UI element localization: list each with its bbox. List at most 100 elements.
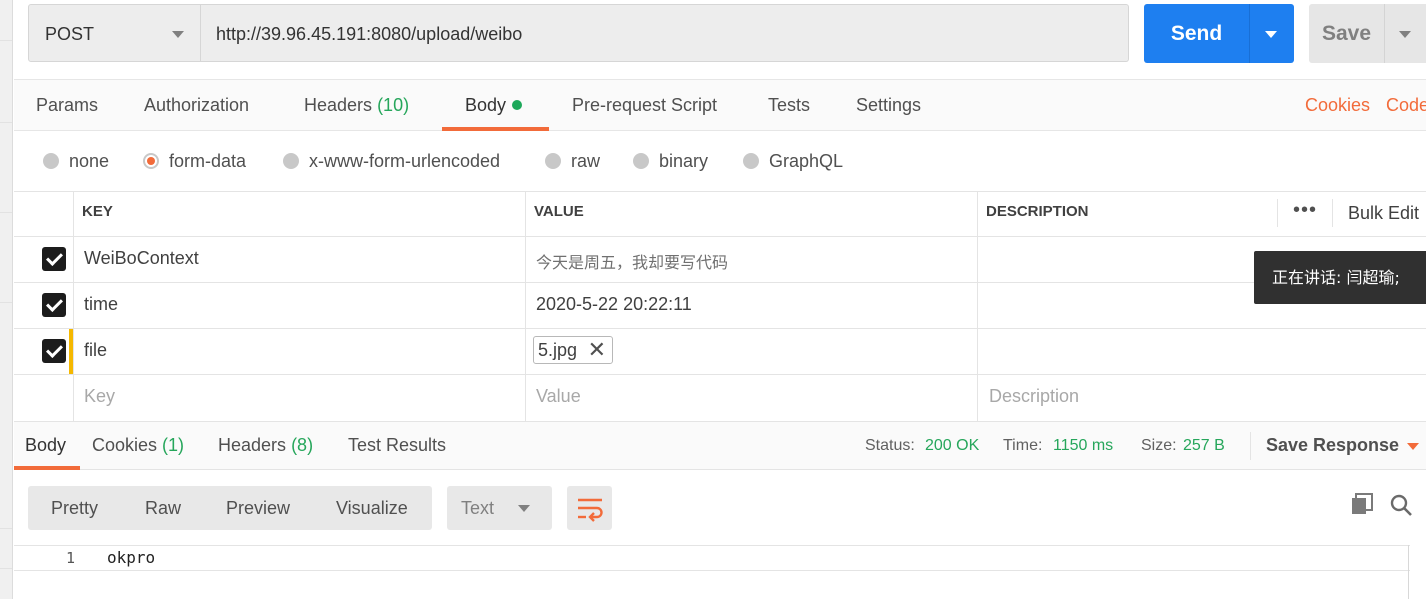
body-type-selector: none form-data x-www-form-urlencoded raw…	[14, 131, 1426, 191]
method-label: POST	[45, 24, 95, 44]
radio-urlencoded[interactable]: x-www-form-urlencoded	[283, 149, 500, 173]
format-select[interactable]: Text	[447, 486, 552, 530]
save-options-button[interactable]	[1384, 4, 1426, 63]
cookies-link[interactable]: Cookies	[1305, 80, 1370, 130]
checkbox-checked-icon[interactable]	[42, 293, 66, 317]
table-border	[14, 282, 1426, 283]
response-tab-cookies-count: (1)	[162, 435, 185, 455]
sidebar-divider	[0, 122, 12, 123]
send-options-button[interactable]	[1249, 4, 1294, 63]
tab-tests[interactable]: Tests	[768, 80, 810, 130]
checkbox-checked-icon[interactable]	[42, 247, 66, 271]
radio-none[interactable]: none	[43, 149, 109, 173]
radio-graphql[interactable]: GraphQL	[743, 149, 843, 173]
column-divider	[1332, 199, 1333, 227]
sidebar-divider	[0, 40, 12, 41]
table-border	[14, 374, 1426, 375]
size-label: Size:	[1141, 437, 1177, 454]
tab-authorization[interactable]: Authorization	[144, 80, 249, 130]
chevron-down-icon	[1399, 31, 1411, 38]
response-tabs: Body Cookies (1) Headers (8) Test Result…	[14, 421, 1426, 470]
request-tabs: Params Authorization Headers (10) Body P…	[14, 79, 1426, 131]
view-mode-toggle: Pretty Raw Preview Visualize	[28, 486, 432, 530]
chevron-down-icon[interactable]	[1407, 443, 1419, 450]
column-divider	[525, 191, 526, 421]
tab-headers-label: Headers	[304, 95, 373, 115]
radio-form-data[interactable]: form-data	[143, 149, 246, 173]
close-icon[interactable]: ✕	[588, 337, 606, 363]
sidebar-divider	[0, 212, 12, 213]
file-chip[interactable]: 5.jpg ✕	[533, 336, 613, 364]
new-value-input[interactable]: Value	[536, 386, 581, 407]
column-header-value: VALUE	[534, 203, 584, 220]
body-indicator-dot	[512, 100, 523, 110]
response-tab-test-results[interactable]: Test Results	[348, 422, 446, 469]
response-body-editor[interactable]: 1 okpro	[14, 545, 1410, 571]
table-border	[14, 328, 1426, 329]
view-preview-button[interactable]: Preview	[226, 486, 290, 530]
view-raw-button[interactable]: Raw	[145, 486, 181, 530]
time-value: 1150 ms	[1053, 437, 1114, 454]
view-pretty-button[interactable]: Pretty	[51, 486, 98, 530]
row-key[interactable]: time	[84, 294, 118, 315]
sidebar-divider	[0, 528, 12, 529]
tab-prerequest-script[interactable]: Pre-request Script	[572, 80, 717, 130]
response-tab-body[interactable]: Body	[25, 422, 66, 469]
row-value[interactable]: 2020-5-22 20:22:11	[536, 294, 692, 315]
column-header-key: KEY	[82, 203, 113, 220]
response-tab-cookies[interactable]: Cookies (1)	[92, 422, 184, 469]
radio-form-data-label: form-data	[169, 151, 247, 171]
tab-headers[interactable]: Headers (10)	[304, 80, 409, 130]
new-description-input[interactable]: Description	[989, 386, 1079, 407]
row-value[interactable]: 今天是周五，我却要写代码	[536, 249, 728, 273]
table-border	[14, 236, 1426, 237]
new-key-input[interactable]: Key	[84, 386, 115, 407]
radio-urlencoded-label: x-www-form-urlencoded	[309, 151, 501, 171]
radio-icon	[43, 153, 59, 169]
tab-headers-count: (10)	[377, 95, 410, 115]
form-data-table: KEY VALUE DESCRIPTION ••• Bulk Edit WeiB…	[14, 191, 1426, 421]
radio-graphql-label: GraphQL	[769, 151, 844, 171]
url-input[interactable]: http://39.96.45.191:8080/upload/weibo	[201, 4, 1129, 62]
more-icon[interactable]: •••	[1293, 199, 1317, 222]
column-divider	[73, 191, 74, 421]
checkbox-checked-icon[interactable]	[42, 339, 66, 363]
column-header-description: DESCRIPTION	[986, 203, 1089, 220]
radio-raw-label: raw	[571, 151, 601, 171]
row-key[interactable]: file	[84, 340, 107, 361]
response-tab-headers[interactable]: Headers (8)	[218, 422, 313, 469]
method-select[interactable]: POST	[28, 4, 201, 62]
line-number: 1	[66, 549, 76, 567]
chevron-down-icon	[172, 31, 184, 38]
save-button[interactable]: Save	[1309, 4, 1384, 63]
bulk-edit-link[interactable]: Bulk Edit	[1348, 203, 1419, 224]
code-link[interactable]: Code	[1386, 80, 1426, 130]
radio-binary[interactable]: binary	[633, 149, 708, 173]
column-divider	[1277, 199, 1278, 227]
tab-settings[interactable]: Settings	[856, 80, 921, 130]
row-key[interactable]: WeiBoContext	[84, 248, 199, 269]
search-icon[interactable]	[1388, 492, 1414, 518]
wrap-lines-button[interactable]	[567, 486, 612, 530]
radio-raw[interactable]: raw	[545, 149, 600, 173]
drag-handle[interactable]	[69, 329, 73, 374]
copy-icon[interactable]	[1350, 492, 1376, 518]
radio-none-label: none	[69, 151, 110, 171]
tab-params[interactable]: Params	[36, 80, 98, 130]
column-divider	[977, 191, 978, 421]
chevron-down-icon	[518, 505, 530, 512]
send-button[interactable]: Send	[1144, 4, 1249, 63]
view-visualize-button[interactable]: Visualize	[336, 486, 408, 530]
save-response-button[interactable]: Save Response	[1266, 422, 1399, 469]
code-line: okpro	[107, 548, 156, 567]
tab-body-label: Body	[465, 95, 507, 115]
url-text: http://39.96.45.191:8080/upload/weibo	[216, 24, 523, 44]
radio-icon	[743, 153, 759, 169]
format-label: Text	[461, 498, 495, 518]
tab-body[interactable]: Body	[465, 80, 523, 130]
time-label: Time:	[1003, 437, 1043, 454]
radio-binary-label: binary	[659, 151, 709, 171]
sidebar-divider	[0, 302, 12, 303]
size-value: 257 B	[1183, 437, 1225, 454]
response-tab-headers-label: Headers	[218, 435, 287, 455]
